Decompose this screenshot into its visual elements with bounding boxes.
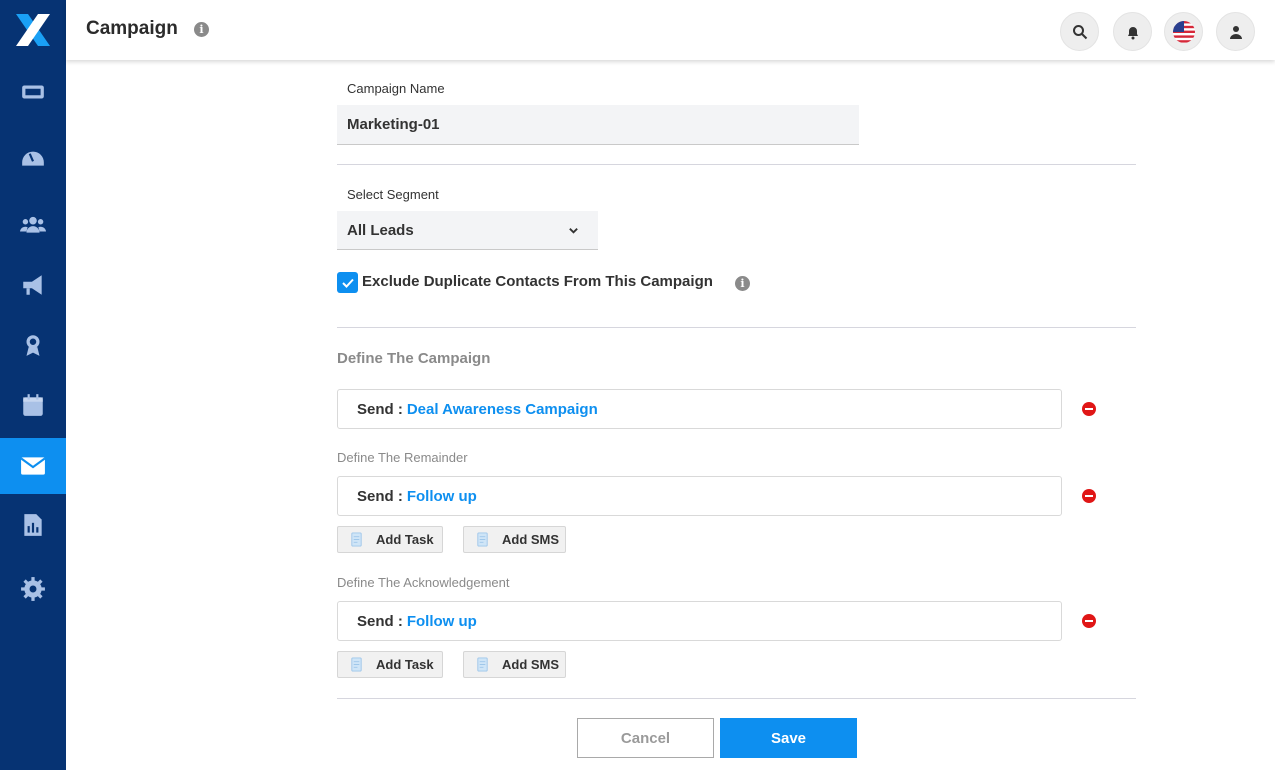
segment-select[interactable]: All Leads [337,211,598,250]
sidebar-item-dashboard[interactable] [0,129,66,185]
add-task-button[interactable]: Add Task [337,526,443,553]
add-sms-button[interactable]: Add SMS [463,526,566,553]
x-logo[interactable] [14,12,52,48]
task-doc-icon [351,532,362,547]
add-sms-label: Add SMS [502,532,560,547]
segment-label: Select Segment [347,187,439,202]
page-title: Campaign [86,18,178,39]
report-chart-icon [24,514,42,536]
envelope-icon [20,457,46,475]
campaign-name-value: Marketing-01 [347,116,440,133]
save-button[interactable]: Save [720,718,857,758]
us-flag-icon [1172,20,1195,43]
remainder-send-row[interactable]: Send : Follow up [337,476,1062,516]
add-sms-label: Add SMS [502,657,560,672]
top-header: Campaign i [66,0,1275,60]
send-template-link[interactable]: Follow up [407,613,477,630]
search-button[interactable] [1060,12,1099,51]
add-task-label: Add Task [376,532,434,547]
send-prefix: Send : [357,612,403,630]
sidebar-item-calendar[interactable] [0,377,66,433]
exclude-duplicates-checkbox[interactable] [337,272,358,293]
remove-remainder-step-button[interactable] [1082,489,1096,503]
campaign-name-label: Campaign Name [347,81,445,96]
megaphone-icon [23,275,42,295]
sidebar-item-marketing[interactable] [0,257,66,313]
sidebar-item-tickets[interactable] [0,64,66,120]
divider [337,698,1136,699]
sms-doc-icon [477,532,488,547]
sidebar-item-awards[interactable] [0,317,66,373]
send-prefix: Send : [357,400,403,418]
exclude-duplicates-label: Exclude Duplicate Contacts From This Cam… [362,273,713,290]
sidebar-item-email[interactable] [0,438,66,494]
chevron-down-icon [569,228,578,234]
award-icon [26,335,40,356]
remove-acknowledgement-step-button[interactable] [1082,614,1096,628]
dashboard-gauge-icon [22,151,44,166]
sms-doc-icon [477,657,488,672]
users-group-icon [20,216,46,233]
sidebar [0,0,66,770]
search-icon [1072,24,1087,39]
campaign-name-input[interactable]: Marketing-01 [337,105,859,145]
divider [337,164,1136,165]
remove-campaign-step-button[interactable] [1082,402,1096,416]
acknowledgement-send-row[interactable]: Send : Follow up [337,601,1062,641]
sidebar-item-settings[interactable] [0,561,66,617]
add-sms-button[interactable]: Add SMS [463,651,566,678]
user-icon [1229,25,1242,39]
define-acknowledgement-label: Define The Acknowledgement [337,575,510,590]
divider [337,327,1136,328]
send-template-link[interactable]: Follow up [407,488,477,505]
profile-button[interactable] [1216,12,1255,51]
notifications-button[interactable] [1113,12,1152,51]
calendar-icon [23,394,43,416]
info-icon[interactable]: i [194,22,209,37]
gear-icon [21,577,45,601]
language-button[interactable] [1164,12,1203,51]
send-prefix: Send : [357,487,403,505]
cancel-button[interactable]: Cancel [577,718,714,758]
bell-icon [1127,26,1138,39]
add-task-button[interactable]: Add Task [337,651,443,678]
checkmark-icon [341,278,354,288]
ticket-icon [22,85,44,99]
task-doc-icon [351,657,362,672]
add-task-label: Add Task [376,657,434,672]
define-remainder-label: Define The Remainder [337,450,468,465]
sidebar-item-reports[interactable] [0,497,66,553]
info-icon[interactable]: i [735,276,750,291]
campaign-send-row[interactable]: Send : Deal Awareness Campaign [337,389,1062,429]
segment-value: All Leads [347,221,414,239]
define-campaign-title: Define The Campaign [337,350,491,367]
send-template-link[interactable]: Deal Awareness Campaign [407,401,598,418]
sidebar-item-contacts[interactable] [0,197,66,253]
